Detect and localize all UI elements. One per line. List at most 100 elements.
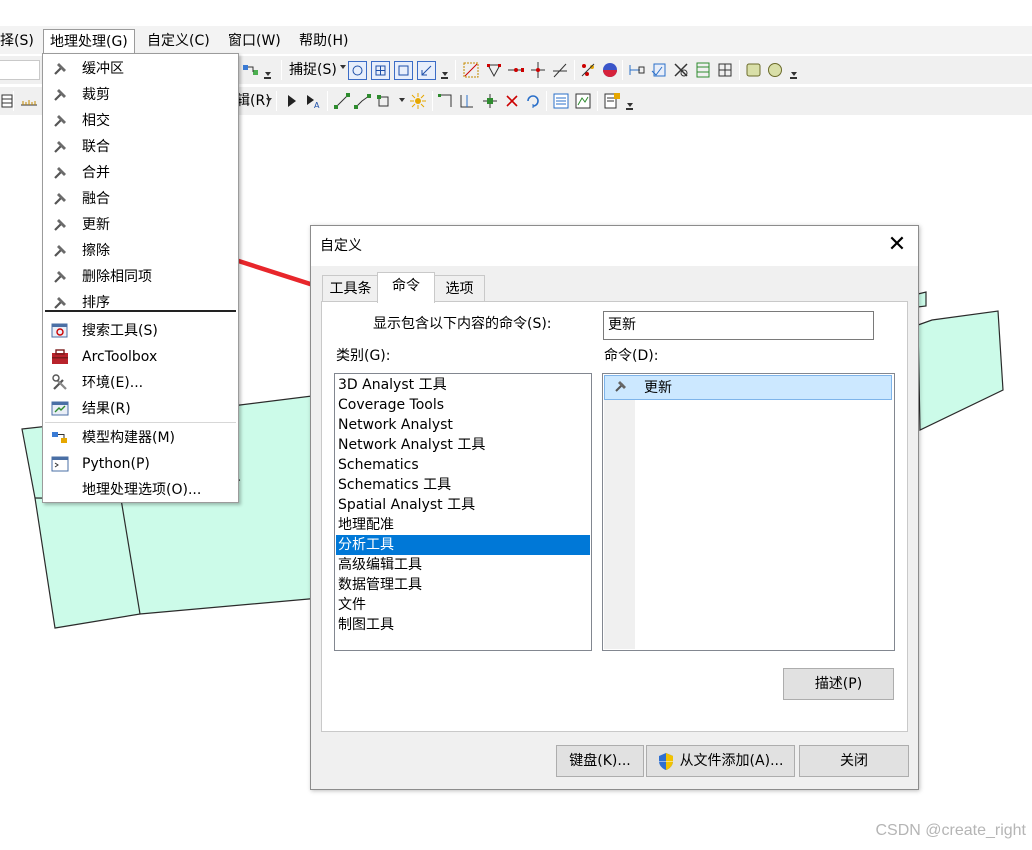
category-item[interactable]: Schematics 工具 (336, 475, 590, 495)
menu-customize[interactable]: 自定义(C) (147, 30, 210, 52)
menu-item-tool[interactable]: 缓冲区 (43, 56, 238, 82)
map-topology-icon[interactable] (694, 61, 712, 79)
fix-topology-icon[interactable] (628, 61, 646, 79)
split-tool-icon[interactable] (507, 61, 525, 79)
toolbar-grip[interactable] (263, 62, 271, 80)
category-item[interactable]: Network Analyst 工具 (336, 435, 590, 455)
category-item[interactable]: 3D Analyst 工具 (336, 375, 590, 395)
add-from-file-button[interactable]: 从文件添加(A)... (646, 745, 795, 777)
keyboard-button[interactable]: 键盘(K)... (556, 745, 644, 777)
menu-item-search-tools[interactable]: 搜索工具(S) (43, 318, 238, 344)
menu-item-results[interactable]: 结果(R) (43, 396, 238, 422)
tab-commands[interactable]: 命令 (377, 272, 435, 303)
menu-item-python[interactable]: Python(P) (43, 451, 238, 477)
menu-item-tool[interactable]: 融合 (43, 186, 238, 212)
model-builder-icon[interactable] (242, 61, 260, 79)
map-polygon-right[interactable] (917, 291, 927, 308)
attributes-icon[interactable] (552, 92, 570, 110)
edge-snapping-icon[interactable] (417, 61, 436, 80)
category-item[interactable]: Spatial Analyst 工具 (336, 495, 590, 515)
toolbar-separator (739, 60, 740, 80)
menu-item-tool[interactable]: 排序 (43, 290, 238, 316)
split-icon[interactable] (481, 92, 499, 110)
menu-item-tool[interactable]: 合并 (43, 160, 238, 186)
category-item[interactable]: Network Analyst (336, 415, 590, 435)
generalize-icon[interactable] (579, 61, 597, 79)
describe-button[interactable]: 描述(P) (783, 668, 894, 700)
validate-icon[interactable] (650, 61, 668, 79)
dialog-titlebar[interactable]: 自定义 ✕ (311, 226, 918, 266)
menu-item-label: ArcToolbox (82, 349, 158, 365)
menu-item-tool[interactable]: 裁剪 (43, 82, 238, 108)
menu-item-arctoolbox[interactable]: ArcToolbox (43, 344, 238, 370)
sketch-props-icon[interactable] (409, 92, 427, 110)
categories-label: 类别(G): (336, 348, 391, 364)
smooth-tool-icon[interactable] (766, 61, 784, 79)
command-item-update[interactable]: 更新 (604, 375, 892, 400)
category-item[interactable]: 数据管理工具 (336, 575, 590, 595)
menu-item-gp-options[interactable]: 地理处理选项(O)... (43, 477, 238, 503)
edit-tool-icon[interactable] (283, 92, 301, 110)
vertex-snapping-icon[interactable] (394, 61, 413, 80)
toolbar-separator (597, 91, 598, 111)
menu-item-tool[interactable]: 删除相同项 (43, 264, 238, 290)
table-icon[interactable] (0, 92, 18, 110)
topology-edit-icon[interactable] (462, 61, 480, 79)
create-features-icon[interactable] (603, 92, 621, 110)
toolbar-grip[interactable] (789, 62, 797, 80)
construct-features-icon[interactable] (716, 61, 734, 79)
snapping-menu[interactable]: 捕捉(S) (289, 61, 337, 79)
straight-segment-icon[interactable] (333, 92, 351, 110)
chevron-down-icon (340, 65, 346, 69)
customize-dialog: 自定义 ✕ 工具条 命令 选项 显示包含以下内容的命令(S): 更新 类别(G)… (310, 225, 919, 790)
trace-tool-icon[interactable] (354, 92, 372, 110)
toolbar-grip[interactable] (440, 62, 448, 80)
category-item[interactable]: 地理配准 (336, 515, 590, 535)
menu-item-tool[interactable]: 更新 (43, 212, 238, 238)
sketch-window-icon[interactable] (574, 92, 592, 110)
menu-selection[interactable]: 择(S) (0, 30, 34, 52)
menu-item-tool[interactable]: 相交 (43, 108, 238, 134)
edit-vertices-icon[interactable] (485, 61, 503, 79)
cut-polygon-icon[interactable] (459, 92, 477, 110)
end-snapping-icon[interactable] (371, 61, 390, 80)
category-item[interactable]: 制图工具 (336, 615, 590, 635)
category-item[interactable]: Schematics (336, 455, 590, 475)
map-polygon-right[interactable] (917, 310, 1004, 431)
menu-item-label: 模型构建器(M) (82, 430, 176, 446)
trim-tool-icon[interactable] (529, 61, 547, 79)
reshape-icon[interactable] (437, 92, 455, 110)
error-inspector-icon[interactable] (672, 61, 690, 79)
menu-item-environments[interactable]: 环境(E)... (43, 370, 238, 396)
scale-combo[interactable] (0, 60, 40, 80)
toolbar-separator (276, 91, 277, 111)
dialog-close-button[interactable]: 关闭 (799, 745, 909, 777)
category-item[interactable]: 文件 (336, 595, 590, 615)
menu-item-tool[interactable]: 联合 (43, 134, 238, 160)
category-item[interactable]: 高级编辑工具 (336, 555, 590, 575)
menu-item-label: 联合 (82, 139, 110, 155)
edit-annotation-icon[interactable]: A (304, 92, 322, 110)
command-search-input[interactable]: 更新 (603, 311, 874, 340)
categories-listbox[interactable]: 3D Analyst 工具 Coverage Tools Network Analy… (334, 373, 592, 651)
menu-help[interactable]: 帮助(H) (299, 30, 348, 52)
rotate-icon[interactable] (524, 92, 542, 110)
commands-listbox[interactable]: 更新 (602, 373, 895, 651)
tab-toolbars[interactable]: 工具条 (322, 275, 379, 302)
toolbar-grip[interactable] (625, 93, 633, 111)
menu-geoprocessing[interactable]: 地理处理(G) (43, 29, 135, 54)
category-item[interactable]: Coverage Tools (336, 395, 590, 415)
menu-window[interactable]: 窗口(W) (228, 30, 281, 52)
menu-item-model-builder[interactable]: 模型构建器(M) (43, 425, 238, 451)
delete-icon[interactable] (503, 92, 521, 110)
sphere-tool-icon[interactable] (601, 61, 619, 79)
polygon-tool-icon[interactable] (376, 92, 394, 110)
tab-options[interactable]: 选项 (434, 275, 485, 302)
point-snapping-icon[interactable] (348, 61, 367, 80)
extend-tool-icon[interactable] (551, 61, 569, 79)
category-item[interactable]: 分析工具 (336, 535, 590, 555)
clean-tool-icon[interactable] (745, 61, 763, 79)
measure-icon[interactable] (20, 92, 38, 110)
menu-item-tool[interactable]: 擦除 (43, 238, 238, 264)
close-icon[interactable]: ✕ (882, 232, 912, 260)
